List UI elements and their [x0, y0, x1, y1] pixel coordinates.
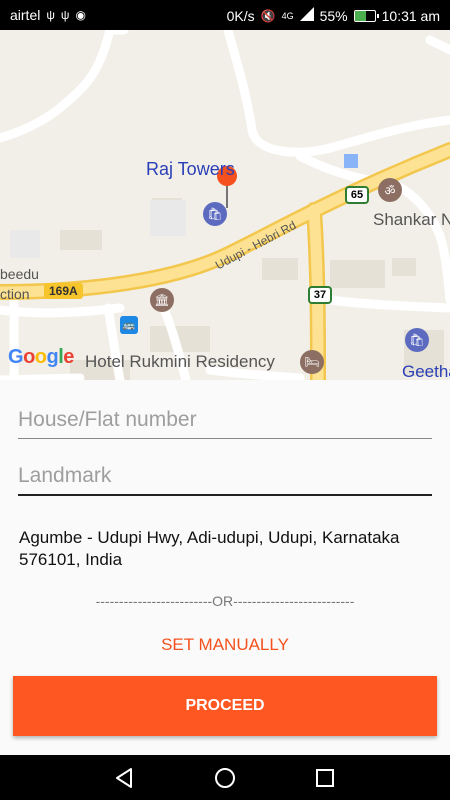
clock: 10:31 am — [381, 7, 440, 24]
network-speed: 0K/s — [226, 7, 255, 24]
landmark-input[interactable] — [18, 464, 432, 494]
recents-icon[interactable] — [313, 766, 337, 790]
signal-icon — [299, 7, 314, 24]
map-label-beedu: beedu — [0, 266, 39, 282]
usb-icon: ψ — [60, 8, 70, 22]
google-logo-letter: o — [23, 346, 35, 368]
house-underline — [18, 438, 432, 439]
home-icon[interactable] — [213, 766, 237, 790]
route-shield-65: 65 — [345, 186, 369, 204]
route-shield-37: 37 — [308, 286, 332, 304]
map-label-ction: ction — [0, 286, 30, 302]
set-manually-link[interactable]: SET MANUALLY — [0, 635, 450, 655]
proceed-button[interactable]: PROCEED — [13, 676, 437, 736]
battery-percent: 55% — [319, 7, 348, 24]
google-logo-letter: e — [63, 346, 74, 368]
message-icon: ◉ — [75, 8, 86, 22]
battery-icon — [353, 9, 379, 22]
or-divider: -------------------------OR-------------… — [95, 593, 355, 609]
mute-icon: 🔇 — [260, 8, 276, 23]
google-logo: Google — [8, 346, 74, 369]
back-icon[interactable] — [113, 766, 137, 790]
google-logo-letter: g — [46, 346, 59, 368]
google-logo-letter: o — [34, 346, 47, 368]
carrier-name: airtel — [10, 7, 41, 23]
landmark-underline — [18, 494, 432, 496]
map-label-geetha[interactable]: Geetha — [402, 362, 450, 380]
shopping-bag-icon[interactable]: 🛍 — [203, 202, 227, 226]
landmark-field — [18, 464, 432, 496]
museum-icon[interactable]: 🏛 — [150, 288, 174, 312]
navigation-bar — [0, 755, 450, 800]
hotel-icon[interactable]: 🛏 — [300, 350, 324, 374]
status-bar: airtel ψ ψ ◉ 0K/s 🔇 4G 55% 10:31 am — [0, 0, 450, 30]
map-label-raj-towers[interactable]: Raj Towers — [146, 159, 235, 180]
house-field — [18, 408, 432, 439]
map-label-shankar[interactable]: Shankar N — [373, 210, 450, 230]
address-form: Agumbe - Udupi Hwy, Adi-udupi, Udupi, Ka… — [0, 380, 450, 755]
map-view[interactable]: Raj Towers 🛍 Udupi - Hebri Rd 65 ॐ Shank… — [0, 30, 450, 380]
address-text: Agumbe - Udupi Hwy, Adi-udupi, Udupi, Ka… — [19, 528, 400, 569]
map-label-hotel[interactable]: Hotel Rukmini Residency — [85, 352, 275, 372]
bus-stop-icon[interactable]: 🚌 — [120, 316, 138, 334]
temple-icon[interactable]: ॐ — [378, 178, 402, 202]
usb-icon: ψ — [46, 8, 55, 22]
house-input[interactable] — [18, 408, 432, 438]
map-canvas — [0, 30, 450, 380]
network-type: 4G — [281, 10, 294, 21]
google-logo-letter: G — [8, 346, 24, 368]
route-badge-169a: 169A — [44, 283, 83, 299]
shopping-bag-icon[interactable]: 🛍 — [405, 328, 429, 352]
